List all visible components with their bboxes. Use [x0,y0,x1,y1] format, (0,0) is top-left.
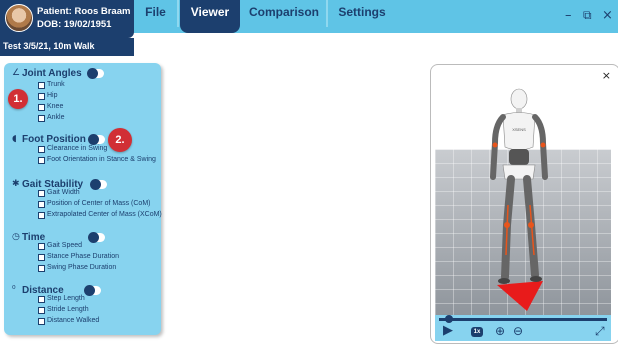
viewer-panel: × XSENS ▶ 1x ⊕ ⊖ ⤢ [430,64,618,344]
speed-badge[interactable]: 1x [471,327,483,337]
patient-dob: DOB: 19/02/1951 [37,19,112,30]
option-label: Swing Phase Duration [47,264,117,271]
minimize-icon[interactable]: – [565,8,572,23]
option-label: Stance Phase Duration [47,253,119,260]
tab-viewer[interactable]: Viewer [180,0,240,33]
close-viewer-icon[interactable]: × [602,69,611,82]
option-label: Clearance in Swing [47,145,108,152]
option-label: Gait Width [47,189,80,196]
checkbox[interactable] [38,82,45,89]
patient-name: Patient: Roos Braam [37,6,131,17]
toggle-knob [88,232,99,243]
option-label: Hip [47,92,58,99]
toggle-knob [88,134,99,145]
option-label: Ankle [47,114,65,121]
section-foot-position: ◖ Foot Position Clearance in Swing Foot … [4,134,161,164]
clock-icon: ◷ [12,232,20,242]
tab-file[interactable]: File [134,0,179,27]
option-label: Distance Walked [47,317,100,324]
checkbox[interactable] [38,254,45,261]
patient-header[interactable]: Patient: Roos Braam DOB: 19/02/1951 [0,0,134,38]
playback-progress-bar[interactable] [439,315,607,323]
option-label: Stride Length [47,306,89,313]
close-icon[interactable]: × [602,8,613,23]
checkbox[interactable] [38,190,45,197]
zoom-out-icon[interactable]: ⊖ [513,324,523,338]
checkbox[interactable] [38,201,45,208]
session-label: Test 3/5/21, 10m Walk [3,41,95,51]
play-icon[interactable]: ▶ [443,323,453,338]
section-distance: ⁰ Distance Step Length Stride Length Dis… [4,285,161,327]
checkbox[interactable] [38,146,45,153]
foot-position-toggle[interactable] [88,134,105,145]
annotation-marker-1: 1. [8,89,28,109]
checkbox[interactable] [38,157,45,164]
restore-icon[interactable]: ⧉ [583,8,592,23]
option-label: Foot Orientation in Stance & Swing [47,156,156,163]
gait-stability-toggle[interactable] [90,179,107,190]
toggle-knob [84,285,95,296]
measurement-panel: ∠ Joint Angles Trunk Hip Knee Ankle ◖ Fo… [4,63,162,335]
footsteps-icon: ⁰ [12,285,16,295]
expand-icon[interactable]: ⤢ [595,324,605,339]
option-label: Knee [47,103,64,110]
time-toggle[interactable] [88,232,105,243]
svg-text:XSENS: XSENS [512,127,526,132]
angle-icon: ∠ [12,68,21,78]
section-gait-stability: ✱ Gait Stability Gait Width Position of … [4,179,162,219]
foot-icon: ◖ [12,134,17,144]
toggle-knob [90,179,101,190]
option-label: Gait Speed [47,242,83,249]
option-label: Extrapolated Center of Mass (XCoM) [47,211,162,218]
patient-avatar [5,4,33,32]
section-title: Joint Angles [22,68,82,79]
avatar-figure: XSENS [490,88,548,311]
joint-angles-toggle[interactable] [87,68,104,79]
foot-marker-shape [497,281,543,311]
distance-toggle[interactable] [84,285,101,296]
section-title: Foot Position [22,134,86,145]
zoom-in-icon[interactable]: ⊕ [495,324,505,338]
toggle-knob [87,68,98,79]
app-root: Patient: Roos Braam DOB: 19/02/1951 Test… [0,0,618,346]
session-header[interactable]: Test 3/5/21, 10m Walk [0,38,134,56]
progress-knob[interactable] [445,315,454,323]
checkbox[interactable] [38,93,45,100]
checkbox[interactable] [38,243,45,250]
tab-settings[interactable]: Settings [330,0,394,27]
option-label: Position of Center of Mass (CoM) [47,200,151,207]
checkbox[interactable] [38,265,45,272]
checkbox[interactable] [38,212,45,219]
section-time: ◷ Time Gait Speed Stance Phase Duration … [4,232,161,272]
tab-comparison[interactable]: Comparison [242,0,328,27]
checkbox[interactable] [38,307,45,314]
checkbox[interactable] [38,115,45,122]
annotation-marker-2: 2. [108,128,132,152]
section-title: Time [22,232,46,243]
walking-person-icon: ✱ [12,179,20,189]
option-label: Step Length [47,295,85,302]
checkbox[interactable] [38,104,45,111]
3d-scene[interactable]: XSENS [435,85,611,315]
checkbox[interactable] [38,318,45,325]
checkbox[interactable] [38,296,45,303]
playback-controls: ▶ 1x ⊕ ⊖ ⤢ [435,315,611,341]
option-label: Trunk [47,81,65,88]
